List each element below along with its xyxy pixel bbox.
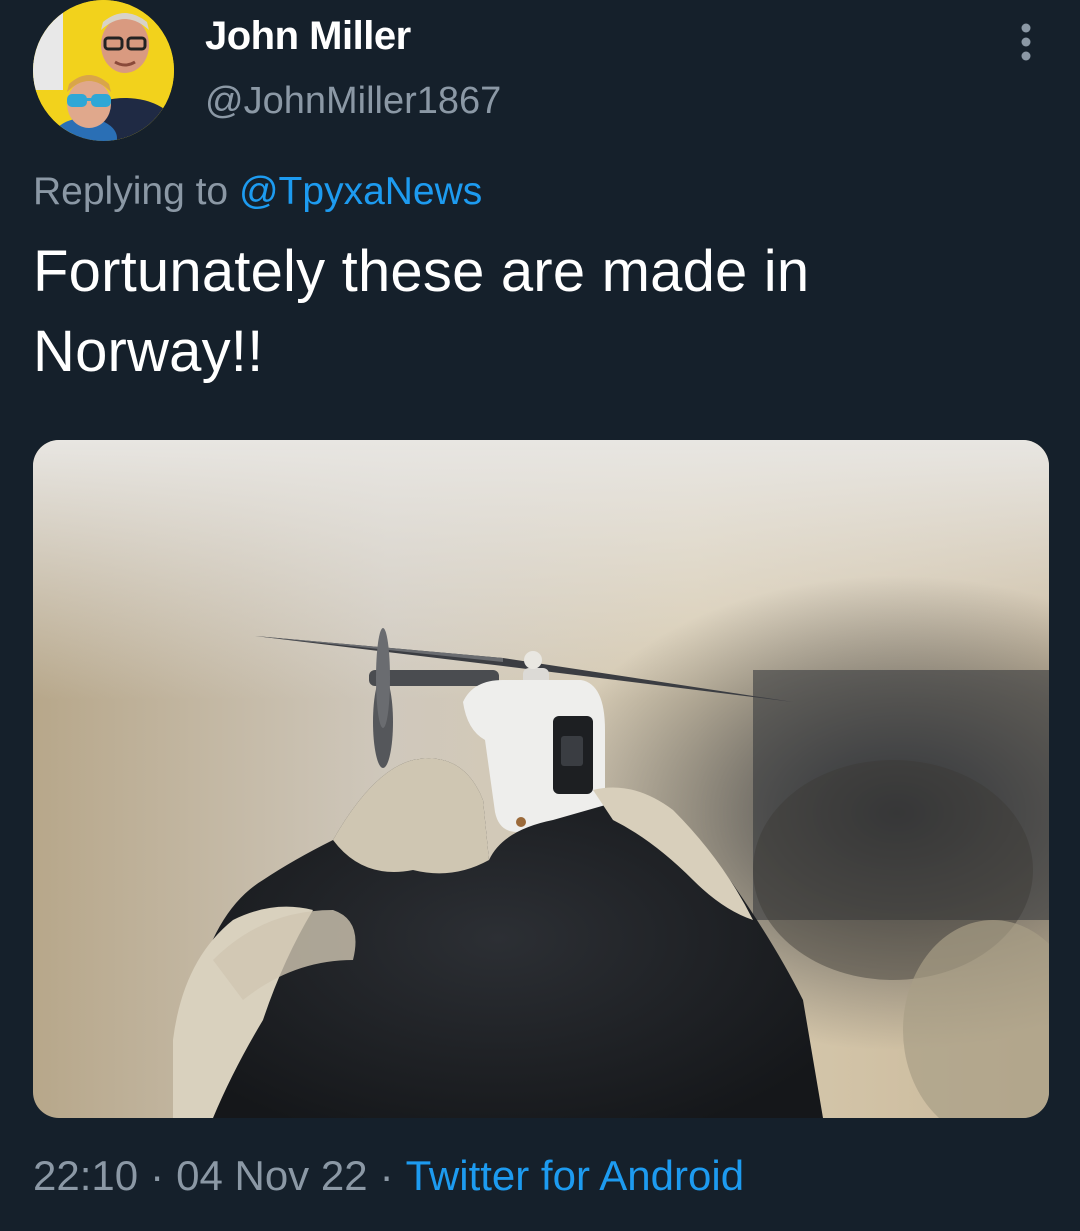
more-vertical-icon	[1021, 23, 1031, 61]
tweet-media-image[interactable]	[33, 440, 1049, 1118]
replying-to-line: Replying to @TpyxaNews	[33, 170, 482, 214]
author-handle[interactable]: @JohnMiller1867	[205, 80, 501, 123]
metadata-separator: ·	[379, 1152, 394, 1199]
replying-to-mention-link[interactable]: @TpyxaNews	[239, 170, 482, 213]
tweet-time[interactable]: 22:10	[33, 1152, 138, 1199]
replying-to-prefix: Replying to	[33, 170, 229, 213]
tweet-source-link[interactable]: Twitter for Android	[406, 1152, 744, 1199]
tweet-metadata: 22:10 · 04 Nov 22 · Twitter for Android	[33, 1152, 744, 1200]
tweet-text-line-2: Norway!!	[33, 319, 264, 384]
avatar-photo	[33, 0, 174, 141]
metadata-separator: ·	[150, 1152, 165, 1199]
more-options-button[interactable]	[1004, 20, 1048, 64]
author-display-name[interactable]: John Miller	[205, 14, 411, 59]
drone-photo	[33, 440, 1049, 1118]
tweet-date[interactable]: 04 Nov 22	[176, 1152, 367, 1199]
avatar[interactable]	[33, 0, 174, 141]
tweet-text-line-1: Fortunately these are made in	[33, 239, 810, 304]
tweet-text: Fortunately these are made in Norway!!	[33, 232, 1033, 392]
